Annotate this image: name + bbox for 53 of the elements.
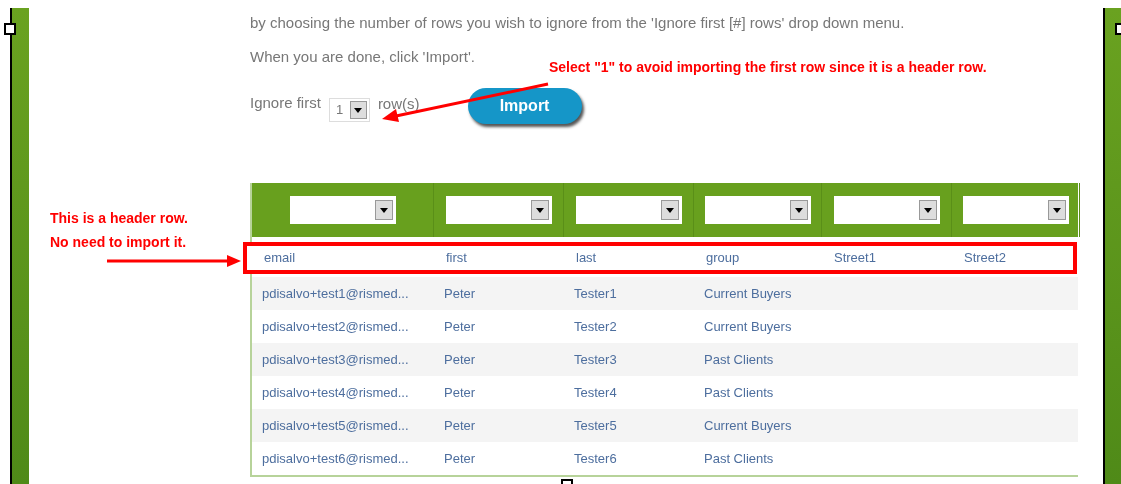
table-cell-text: group xyxy=(705,249,741,268)
table-cell-text: pdisalvo+test2@rismed... xyxy=(261,317,410,336)
caret-icon xyxy=(660,200,679,220)
table-cell-text: Current Buyers xyxy=(703,416,793,435)
table-cell-text: Past Clients xyxy=(703,383,775,402)
table-cell-text: pdisalvo+test5@rismed... xyxy=(261,416,410,435)
table-cell-text: Peter xyxy=(443,350,477,369)
column-dropdown[interactable] xyxy=(289,196,396,224)
rows-suffix: row(s) xyxy=(377,93,420,114)
table-cell-text: Peter xyxy=(443,383,477,402)
table-cell-text: Street1 xyxy=(833,249,877,268)
caret-icon xyxy=(530,200,549,220)
rows-dropdown[interactable]: 1 xyxy=(328,98,370,122)
caret-icon xyxy=(789,200,808,220)
table-cell-text: Peter xyxy=(443,317,477,336)
table-cell-text: pdisalvo+test4@rismed... xyxy=(261,383,410,402)
table-cell-text: email xyxy=(263,249,297,268)
table-cell-text: pdisalvo+test6@rismed... xyxy=(261,449,410,468)
column-dropdown[interactable] xyxy=(575,196,682,224)
table-cell-text: Tester5 xyxy=(573,416,618,435)
table-cell-text: Past Clients xyxy=(703,350,775,369)
column-dropdown[interactable] xyxy=(962,196,1069,224)
table-cell-text: Peter xyxy=(443,284,477,303)
table-cell-text: Tester6 xyxy=(573,449,618,468)
table-cell-text: pdisalvo+test1@rismed... xyxy=(261,284,410,303)
table-cell-text: pdisalvo+test3@rismed... xyxy=(261,350,410,369)
ignore-label: Ignore first xyxy=(250,92,321,113)
instruction-text: When you are done, click 'Import'. xyxy=(250,47,475,67)
caret-icon xyxy=(1047,200,1066,220)
import-button[interactable]: Import xyxy=(467,88,582,124)
caret-icon xyxy=(918,200,937,220)
table-cell-text: Tester4 xyxy=(573,383,618,402)
column-dropdown[interactable] xyxy=(833,196,940,224)
resize-handle[interactable] xyxy=(1115,23,1121,35)
table-cell-text: Tester3 xyxy=(573,350,618,369)
instruction-text: by choosing the number of rows you wish to ignore from the 'Ignore first [#] rows' drop down menu. xyxy=(250,13,905,33)
table-cell-text: first xyxy=(445,249,468,268)
resize-handle[interactable] xyxy=(4,23,16,35)
annotation-text: Select "1" to avoid importing the first row since it is a header row. xyxy=(549,58,987,77)
caret-icon xyxy=(374,200,393,220)
table-cell-text: Peter xyxy=(443,449,477,468)
table-cell-text: Tester2 xyxy=(573,317,618,336)
caret-icon xyxy=(349,101,367,119)
table-cell-text: Current Buyers xyxy=(703,284,793,303)
table-cell-text: Street2 xyxy=(963,249,1007,268)
table-cell-text: Peter xyxy=(443,416,477,435)
table-cell-text: Past Clients xyxy=(703,449,775,468)
column-dropdown[interactable] xyxy=(445,196,552,224)
annotation-text: This is a header row. No need to import it. xyxy=(50,209,188,252)
table-cell-text: Tester1 xyxy=(573,284,618,303)
column-dropdown[interactable] xyxy=(704,196,811,224)
table-cell-text: last xyxy=(575,249,598,268)
table-cell-text: Current Buyers xyxy=(703,317,793,336)
